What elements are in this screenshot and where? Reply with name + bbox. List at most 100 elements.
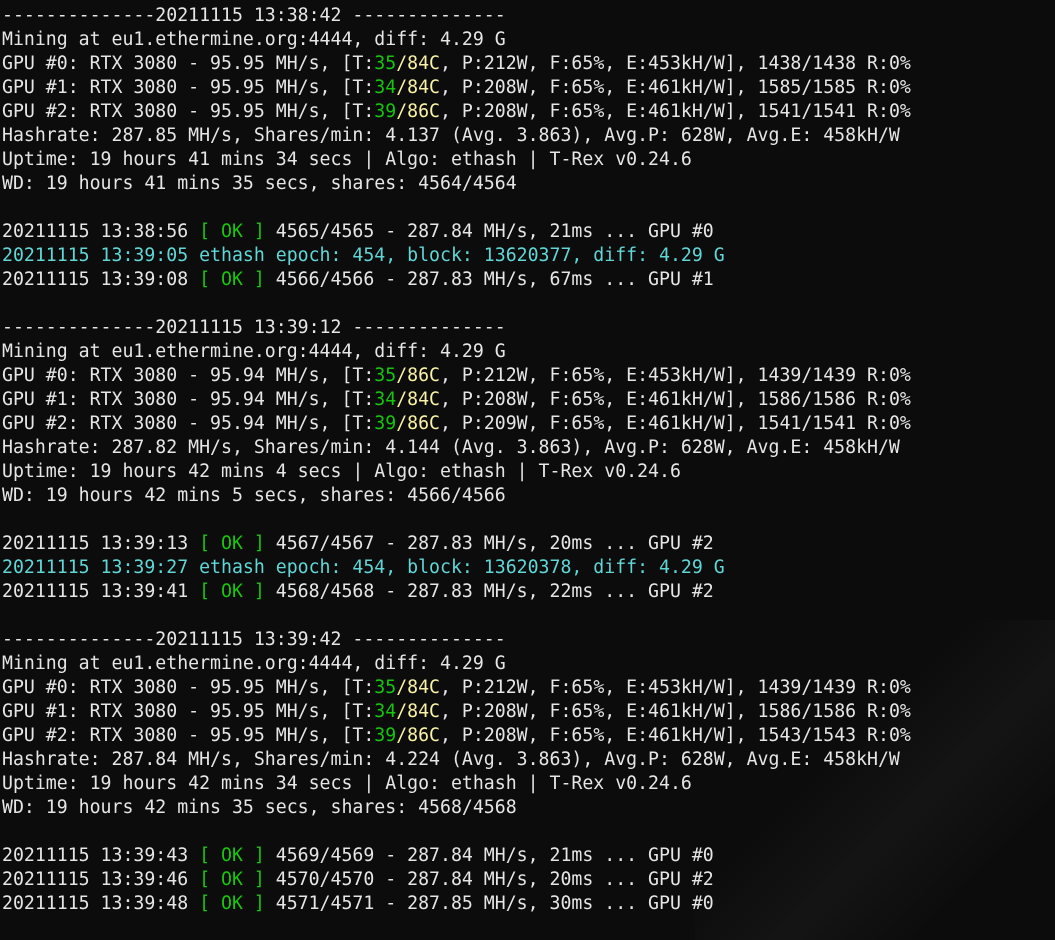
gpu-core-temp: 34: [374, 701, 397, 722]
gpu-status-line: GPU #2: RTX 3080 - 95.94 MH/s, [T:39/86C…: [2, 412, 911, 436]
gpu-info: GPU #2: RTX 3080 - 95.94 MH/s, [T:: [2, 413, 375, 434]
watchdog-line: WD: 19 hours 42 mins 35 secs, shares: 45…: [2, 797, 517, 818]
share-details: 4567/4567 - 287.83 MH/s, 20ms ... GPU #2: [264, 533, 714, 554]
mining-pool-line: Mining at eu1.ethermine.org:4444, diff: …: [2, 341, 506, 362]
mining-pool-line: Mining at eu1.ethermine.org:4444, diff: …: [2, 29, 506, 50]
gpu-info: GPU #1: RTX 3080 - 95.95 MH/s, [T:: [2, 701, 375, 722]
gpu-status-line: GPU #2: RTX 3080 - 95.95 MH/s, [T:39/86C…: [2, 100, 911, 124]
share-accepted-line: 20211115 13:39:43 [ OK ] 4569/4569 - 287…: [2, 844, 911, 868]
share-details: 4568/4568 - 287.83 MH/s, 22ms ... GPU #2: [264, 581, 714, 602]
temp-separator: /: [396, 365, 408, 386]
gpu-mem-temp: 86C: [407, 725, 441, 746]
gpu-core-temp: 39: [374, 413, 397, 434]
gpu-stats: , P:209W, F:65%, E:461kH/W], 1541/1541 R…: [440, 413, 911, 434]
gpu-mem-temp: 84C: [407, 389, 441, 410]
gpu-core-temp: 39: [374, 725, 397, 746]
gpu-stats: , P:208W, F:65%, E:461kH/W], 1543/1543 R…: [440, 725, 911, 746]
gpu-mem-temp: 84C: [407, 77, 441, 98]
share-timestamp: 20211115 13:39:48: [2, 893, 200, 914]
share-accepted-line: 20211115 13:39:46 [ OK ] 4570/4570 - 287…: [2, 868, 911, 892]
stats-header-line: --------------20211115 13:39:12 --------…: [2, 317, 506, 338]
temp-separator: /: [396, 677, 408, 698]
ok-badge: [ OK ]: [199, 533, 265, 554]
gpu-status-line: GPU #2: RTX 3080 - 95.95 MH/s, [T:39/86C…: [2, 724, 911, 748]
gpu-stats: , P:212W, F:65%, E:453kH/W], 1439/1439 R…: [440, 677, 911, 698]
ok-badge: [ OK ]: [199, 869, 265, 890]
gpu-mem-temp: 84C: [407, 677, 441, 698]
ok-badge: [ OK ]: [199, 845, 265, 866]
gpu-mem-temp: 84C: [407, 53, 441, 74]
gpu-mem-temp: 86C: [407, 101, 441, 122]
gpu-info: GPU #1: RTX 3080 - 95.94 MH/s, [T:: [2, 389, 375, 410]
share-accepted-line: 20211115 13:39:48 [ OK ] 4571/4571 - 287…: [2, 892, 911, 916]
share-timestamp: 20211115 13:39:41: [2, 581, 200, 602]
share-accepted-line: 20211115 13:39:41 [ OK ] 4568/4568 - 287…: [2, 580, 911, 604]
ok-badge: [ OK ]: [199, 221, 265, 242]
gpu-info: GPU #0: RTX 3080 - 95.95 MH/s, [T:: [2, 53, 375, 74]
gpu-stats: , P:212W, F:65%, E:453kH/W], 1438/1438 R…: [440, 53, 911, 74]
stats-header-line: --------------20211115 13:39:42 --------…: [2, 629, 506, 650]
share-details: 4570/4570 - 287.84 MH/s, 20ms ... GPU #2: [264, 869, 714, 890]
gpu-info: GPU #0: RTX 3080 - 95.94 MH/s, [T:: [2, 365, 375, 386]
hashrate-line: Hashrate: 287.85 MH/s, Shares/min: 4.137…: [2, 125, 900, 146]
gpu-status-line: GPU #0: RTX 3080 - 95.95 MH/s, [T:35/84C…: [2, 676, 911, 700]
gpu-status-line: GPU #1: RTX 3080 - 95.95 MH/s, [T:34/84C…: [2, 76, 911, 100]
ok-badge: [ OK ]: [199, 893, 265, 914]
stats-header-line: --------------20211115 13:38:42 --------…: [2, 5, 506, 26]
hashrate-line: Hashrate: 287.82 MH/s, Shares/min: 4.144…: [2, 437, 900, 458]
gpu-mem-temp: 84C: [407, 701, 441, 722]
gpu-info: GPU #2: RTX 3080 - 95.95 MH/s, [T:: [2, 101, 375, 122]
uptime-line: Uptime: 19 hours 42 mins 4 secs | Algo: …: [2, 461, 681, 482]
gpu-stats: , P:208W, F:65%, E:461kH/W], 1586/1586 R…: [440, 701, 911, 722]
share-timestamp: 20211115 13:39:46: [2, 869, 200, 890]
share-accepted-line: 20211115 13:39:08 [ OK ] 4566/4566 - 287…: [2, 268, 911, 292]
gpu-status-line: GPU #0: RTX 3080 - 95.94 MH/s, [T:35/86C…: [2, 364, 911, 388]
gpu-mem-temp: 86C: [407, 413, 441, 434]
ok-badge: [ OK ]: [199, 269, 265, 290]
gpu-stats: , P:208W, F:65%, E:461kH/W], 1586/1586 R…: [440, 389, 911, 410]
gpu-stats: , P:208W, F:65%, E:461kH/W], 1585/1585 R…: [440, 77, 911, 98]
terminal-output[interactable]: --------------20211115 13:38:42 --------…: [2, 4, 911, 916]
epoch-line: 20211115 13:39:27 ethash epoch: 454, blo…: [2, 557, 725, 578]
share-details: 4565/4565 - 287.84 MH/s, 21ms ... GPU #0: [264, 221, 714, 242]
gpu-stats: , P:212W, F:65%, E:453kH/W], 1439/1439 R…: [440, 365, 911, 386]
share-details: 4569/4569 - 287.84 MH/s, 21ms ... GPU #0: [264, 845, 714, 866]
share-accepted-line: 20211115 13:38:56 [ OK ] 4565/4565 - 287…: [2, 220, 911, 244]
gpu-core-temp: 39: [374, 101, 397, 122]
temp-separator: /: [396, 53, 408, 74]
uptime-line: Uptime: 19 hours 42 mins 34 secs | Algo:…: [2, 773, 692, 794]
gpu-status-line: GPU #1: RTX 3080 - 95.94 MH/s, [T:34/84C…: [2, 388, 911, 412]
share-timestamp: 20211115 13:38:56: [2, 221, 200, 242]
temp-separator: /: [396, 77, 408, 98]
gpu-core-temp: 35: [374, 53, 397, 74]
share-details: 4571/4571 - 287.85 MH/s, 30ms ... GPU #0: [264, 893, 714, 914]
temp-separator: /: [396, 389, 408, 410]
share-timestamp: 20211115 13:39:13: [2, 533, 200, 554]
temp-separator: /: [396, 101, 408, 122]
share-details: 4566/4566 - 287.83 MH/s, 67ms ... GPU #1: [264, 269, 714, 290]
gpu-core-temp: 35: [374, 677, 397, 698]
gpu-status-line: GPU #1: RTX 3080 - 95.95 MH/s, [T:34/84C…: [2, 700, 911, 724]
gpu-info: GPU #0: RTX 3080 - 95.95 MH/s, [T:: [2, 677, 375, 698]
share-accepted-line: 20211115 13:39:13 [ OK ] 4567/4567 - 287…: [2, 532, 911, 556]
gpu-core-temp: 35: [374, 365, 397, 386]
temp-separator: /: [396, 725, 408, 746]
ok-badge: [ OK ]: [199, 581, 265, 602]
epoch-line: 20211115 13:39:05 ethash epoch: 454, blo…: [2, 245, 725, 266]
gpu-status-line: GPU #0: RTX 3080 - 95.95 MH/s, [T:35/84C…: [2, 52, 911, 76]
temp-separator: /: [396, 413, 408, 434]
watchdog-line: WD: 19 hours 42 mins 5 secs, shares: 456…: [2, 485, 506, 506]
watchdog-line: WD: 19 hours 41 mins 35 secs, shares: 45…: [2, 173, 517, 194]
gpu-info: GPU #1: RTX 3080 - 95.95 MH/s, [T:: [2, 77, 375, 98]
gpu-mem-temp: 86C: [407, 365, 441, 386]
temp-separator: /: [396, 701, 408, 722]
share-timestamp: 20211115 13:39:08: [2, 269, 200, 290]
mining-pool-line: Mining at eu1.ethermine.org:4444, diff: …: [2, 653, 506, 674]
hashrate-line: Hashrate: 287.84 MH/s, Shares/min: 4.224…: [2, 749, 900, 770]
uptime-line: Uptime: 19 hours 41 mins 34 secs | Algo:…: [2, 149, 692, 170]
